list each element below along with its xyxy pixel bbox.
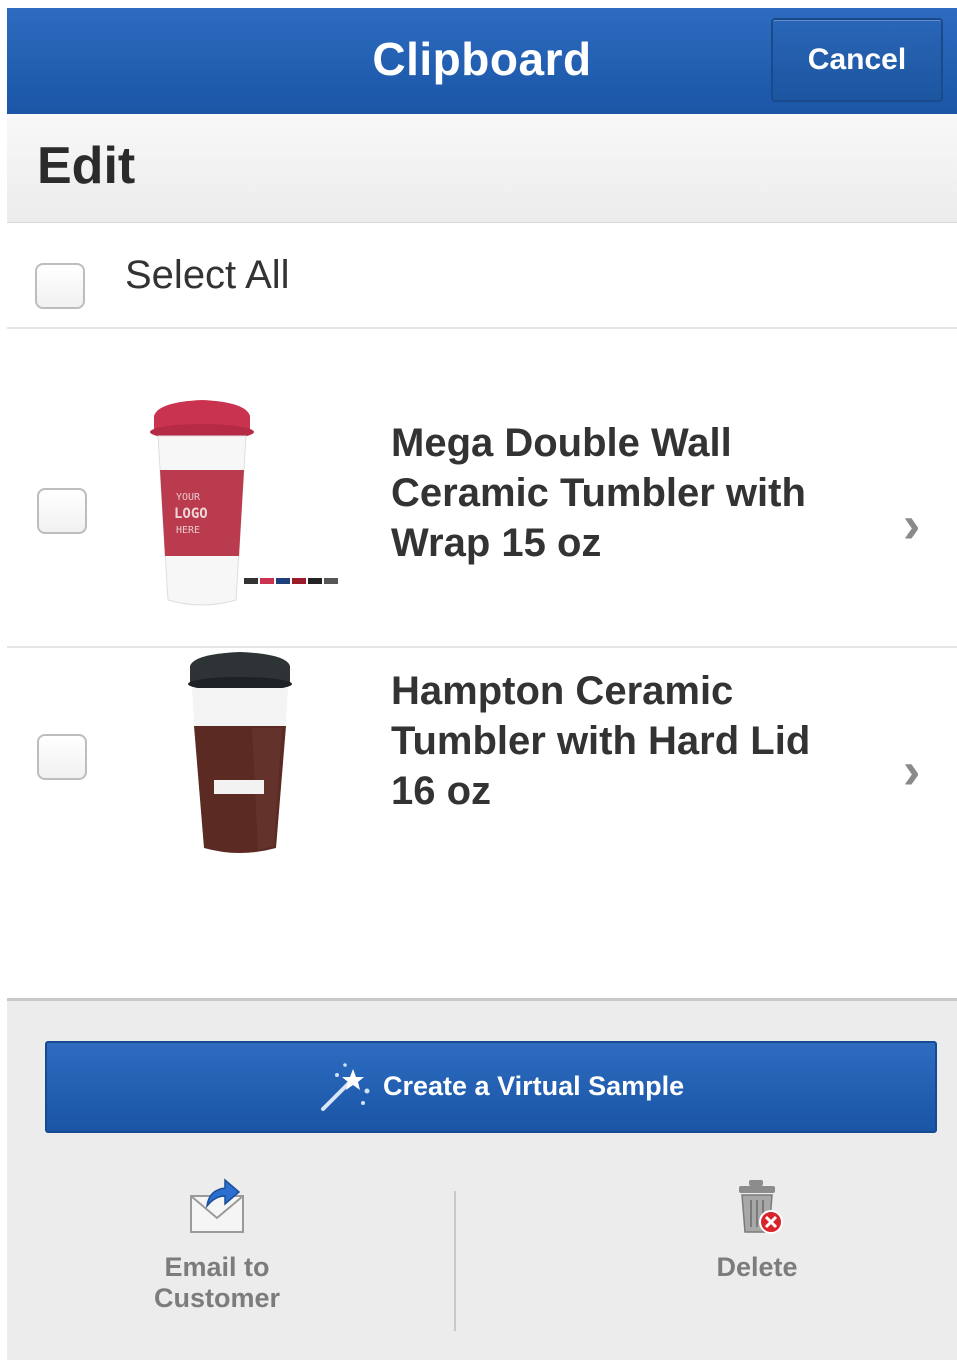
item-checkbox[interactable] — [37, 734, 87, 780]
svg-text:HERE: HERE — [176, 525, 200, 536]
create-virtual-sample-button[interactable]: Create a Virtual Sample — [45, 1041, 937, 1133]
email-label-line2: Customer — [153, 1283, 281, 1313]
email-share-icon — [190, 1178, 244, 1233]
select-all-label: Select All — [125, 253, 290, 297]
clipboard-screen: Clipboard Cancel Edit Select All YOUR LO… — [7, 8, 957, 1360]
chevron-right-icon[interactable]: › — [903, 499, 939, 551]
actions-divider — [454, 1191, 456, 1331]
red-ceramic-tumbler-image: YOUR LOGO HERE — [150, 400, 338, 606]
select-all-row[interactable]: Select All — [7, 223, 957, 329]
list-item[interactable]: Hampton Ceramic Tumbler with Hard Lid 16… — [7, 648, 957, 888]
item-title: Mega Double Wall Ceramic Tumbler with Wr… — [391, 421, 806, 565]
edit-title: Edit — [37, 137, 136, 195]
top-bar: Clipboard Cancel — [7, 8, 957, 115]
delete-label: Delete — [716, 1252, 798, 1282]
email-label-line1: Email to — [164, 1252, 270, 1282]
magic-wand-icon — [321, 1063, 370, 1111]
brown-ceramic-tumbler-image — [188, 652, 292, 853]
trash-delete-icon — [739, 1180, 783, 1234]
item-title: Hampton Ceramic Tumbler with Hard Lid 16… — [391, 669, 811, 813]
virtual-sample-label: Create a Virtual Sample — [383, 1071, 685, 1101]
edit-header: Edit — [7, 114, 957, 223]
item-checkbox[interactable] — [37, 488, 87, 534]
chevron-right-icon[interactable]: › — [903, 745, 939, 797]
list-item[interactable]: YOUR LOGO HERE Mega Double Wall Ceramic … — [7, 388, 957, 648]
delete-button[interactable]: Delete — [607, 1176, 907, 1283]
email-to-customer-button[interactable]: Email to Customer — [67, 1176, 367, 1314]
svg-text:LOGO: LOGO — [174, 506, 208, 522]
bottom-actions: Create a Virtual Sample Email to Custome… — [7, 998, 957, 1360]
select-all-checkbox[interactable] — [35, 263, 85, 309]
thumb-logo-text: YOUR — [176, 492, 201, 503]
cancel-button[interactable]: Cancel — [771, 18, 943, 102]
